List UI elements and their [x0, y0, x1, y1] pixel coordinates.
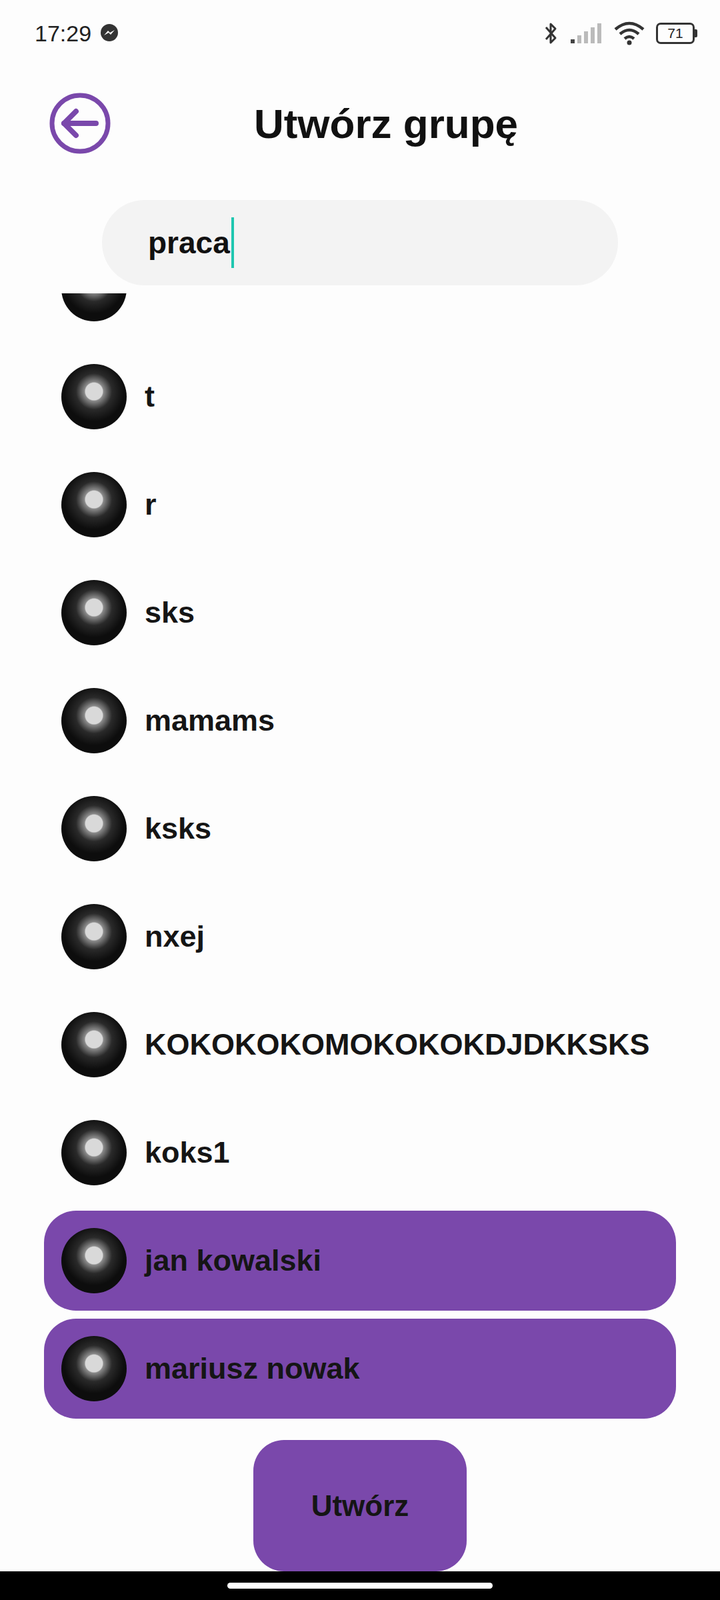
search-area: praca	[0, 180, 720, 294]
battery-percent: 71	[667, 25, 683, 42]
contact-list: t r sks mamams ksks nxej KOKOKOKOMOKOKOKDJDKKS…	[0, 293, 720, 1427]
messenger-icon	[99, 23, 120, 44]
avatar	[61, 364, 127, 430]
navigation-bar	[0, 1571, 720, 1600]
contact-name: nxej	[144, 919, 205, 954]
contact-row[interactable]: sks	[44, 562, 676, 663]
page-title: Utwórz grupę	[112, 100, 720, 148]
avatar	[61, 904, 127, 970]
header: Utwórz grupę	[0, 66, 720, 180]
bluetooth-icon	[542, 20, 559, 47]
contact-row[interactable]: mamams	[44, 670, 676, 771]
avatar	[61, 1336, 127, 1402]
back-arrow-icon	[48, 91, 112, 156]
contact-name: KOKOKOKOMOKOKOKDJDKKSKS	[144, 1027, 650, 1062]
signal-icon	[569, 22, 603, 45]
contact-name: koks1	[144, 1135, 230, 1170]
avatar	[61, 580, 127, 646]
wifi-icon	[613, 21, 646, 46]
status-bar: 17:29 71	[0, 0, 720, 67]
contact-name: ksks	[144, 811, 212, 846]
contact-row[interactable]: KOKOKOKOMOKOKOKDJDKKSKS	[44, 994, 676, 1095]
avatar	[61, 472, 127, 538]
contact-list-inner: t r sks mamams ksks nxej KOKOKOKOMOKOKOKDJDKKS…	[0, 293, 720, 1423]
back-button[interactable]	[48, 91, 112, 156]
contact-name: mariusz nowak	[144, 1351, 360, 1386]
contact-name: mamams	[144, 703, 275, 738]
contact-row[interactable]	[44, 293, 676, 339]
status-icons: 71	[542, 20, 698, 47]
button-area: Utwórz	[0, 1426, 720, 1572]
contact-row[interactable]: mariusz nowak	[44, 1318, 676, 1419]
clock: 17:29	[34, 20, 92, 47]
contact-name: jan kowalski	[144, 1243, 322, 1278]
home-handle[interactable]	[227, 1582, 493, 1589]
avatar	[61, 1228, 127, 1294]
contact-row[interactable]: nxej	[44, 886, 676, 987]
contact-row[interactable]: koks1	[44, 1102, 676, 1203]
battery-icon: 71	[656, 22, 698, 44]
search-field[interactable]: praca	[102, 200, 618, 286]
avatar	[61, 796, 127, 862]
contact-row[interactable]: jan kowalski	[44, 1210, 676, 1311]
search-value[interactable]: praca	[148, 224, 230, 261]
text-cursor	[231, 217, 234, 268]
create-button[interactable]: Utwórz	[253, 1440, 467, 1572]
contact-row[interactable]: ksks	[44, 778, 676, 879]
contact-row[interactable]: t	[44, 346, 676, 447]
battery-level: 71	[656, 22, 695, 44]
contact-row[interactable]: r	[44, 454, 676, 555]
avatar	[61, 1120, 127, 1186]
contact-name: r	[144, 487, 157, 522]
contact-name: sks	[144, 595, 195, 630]
avatar	[61, 1012, 127, 1078]
status-left: 17:29	[34, 20, 120, 47]
avatar	[61, 688, 127, 754]
battery-tip	[694, 29, 698, 38]
contact-name: t	[144, 379, 155, 414]
avatar	[61, 293, 127, 322]
